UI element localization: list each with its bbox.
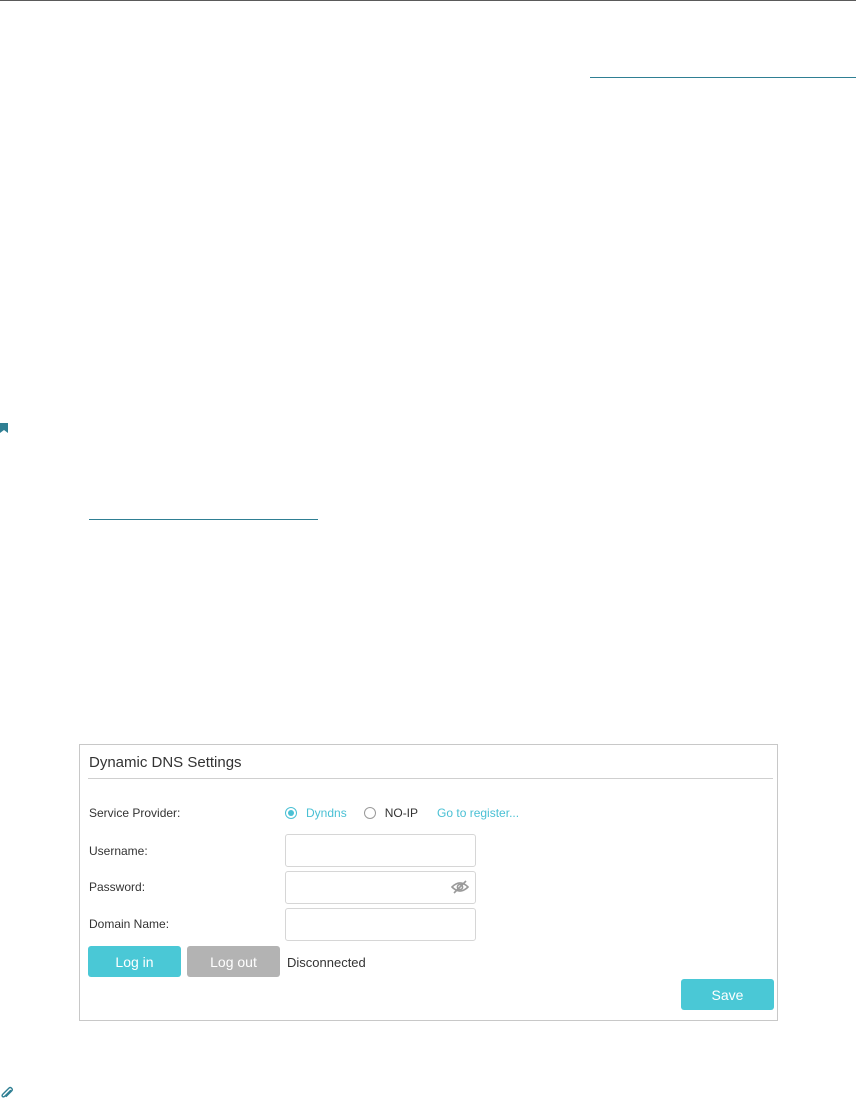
top-rule <box>0 0 856 1</box>
domain-name-label: Domain Name: <box>89 917 170 931</box>
password-input[interactable] <box>285 871 476 904</box>
service-provider-radio-group: Dyndns NO-IP Go to register... <box>285 804 519 822</box>
panel-divider <box>88 778 773 779</box>
radio-dyndns-label[interactable]: Dyndns <box>306 806 347 820</box>
panel-title: Dynamic DNS Settings <box>89 754 242 771</box>
eye-off-icon[interactable] <box>451 880 469 894</box>
connection-status: Disconnected <box>287 955 366 970</box>
radio-noip[interactable] <box>363 807 376 819</box>
password-label: Password: <box>89 880 146 894</box>
save-button[interactable]: Save <box>681 979 774 1010</box>
bookmark-icon <box>0 423 8 433</box>
domain-name-input[interactable] <box>285 908 476 941</box>
username-label: Username: <box>89 844 148 858</box>
hyperlink-underline[interactable] <box>590 77 856 78</box>
ddns-settings-panel: Dynamic DNS Settings Service Provider: D… <box>79 744 778 1021</box>
username-input[interactable] <box>285 834 476 867</box>
radio-noip-label[interactable]: NO-IP <box>385 806 418 820</box>
service-provider-label: Service Provider: <box>89 806 181 820</box>
radio-dyndns[interactable] <box>285 807 297 819</box>
logout-button[interactable]: Log out <box>187 946 280 977</box>
hyperlink-underline[interactable] <box>89 519 318 520</box>
paperclip-icon <box>1 1086 13 1098</box>
login-button[interactable]: Log in <box>88 946 181 977</box>
go-to-register-link[interactable]: Go to register... <box>437 806 519 820</box>
